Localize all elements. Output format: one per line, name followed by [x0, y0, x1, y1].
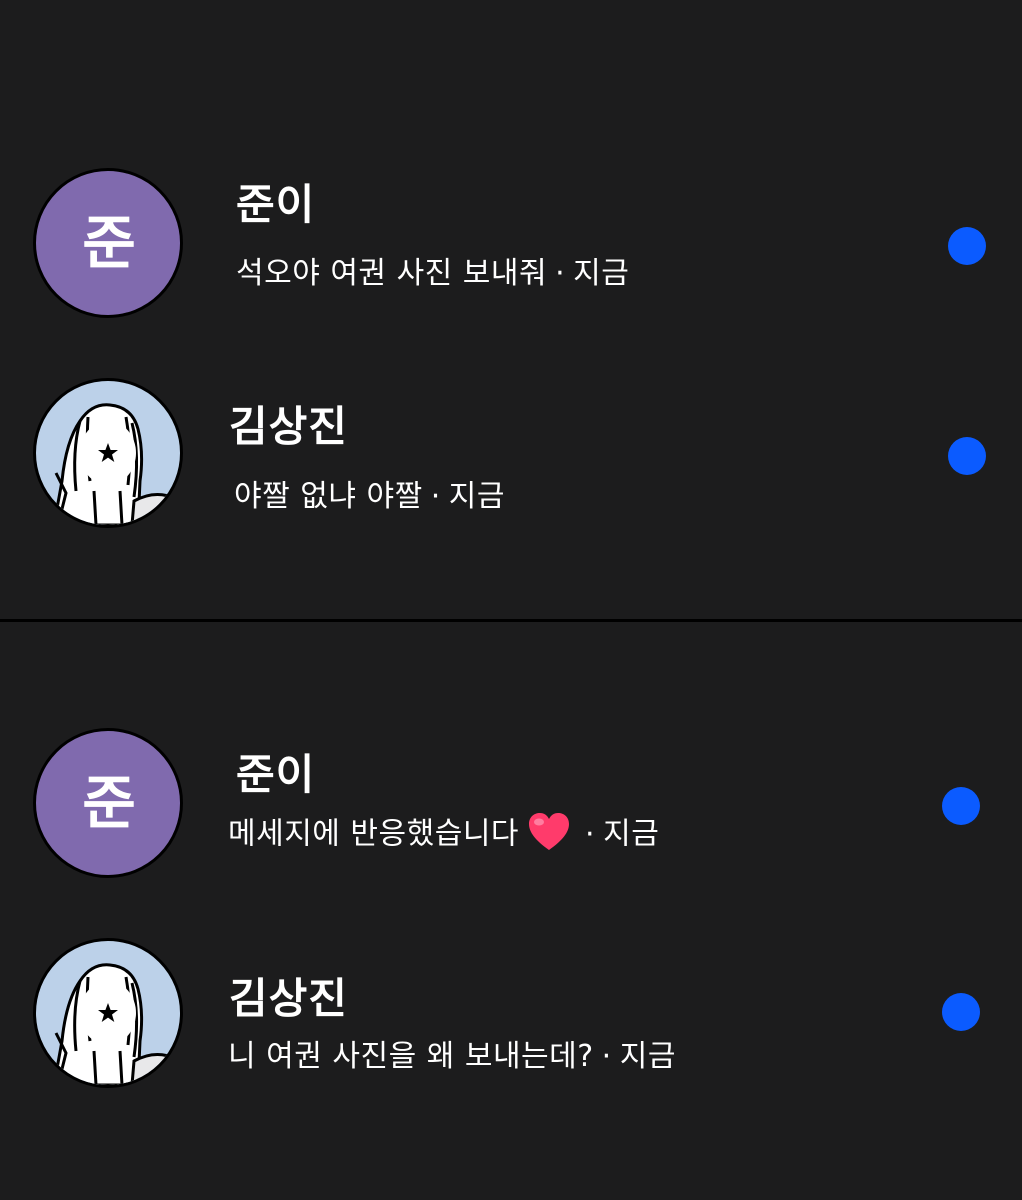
timestamp: 지금 — [603, 816, 660, 852]
avatar — [33, 378, 183, 528]
avatar-initial: 준 — [82, 209, 135, 277]
avatar: 준 — [33, 168, 183, 318]
unread-indicator — [948, 227, 986, 265]
message-preview: 니 여권 사진을 왜 보내는데? · 지금 — [228, 1042, 676, 1072]
panel-divider — [0, 619, 1022, 622]
unread-indicator — [942, 787, 980, 825]
avatar — [33, 938, 183, 1088]
message-preview: 메세지에 반응했습니다 · 지금 — [228, 813, 660, 852]
avatar-initial: 준 — [82, 769, 135, 837]
message-preview: 석오야 여권 사진 보내줘 · 지금 — [236, 259, 629, 289]
avatar: 준 — [33, 728, 183, 878]
separator-dot: · — [601, 1039, 612, 1074]
message-text: 석오야 여권 사진 보내줘 — [236, 256, 548, 291]
contact-name: 김상진 — [229, 974, 348, 1023]
contact-name: 김상진 — [229, 402, 348, 451]
separator-dot: · — [555, 256, 566, 291]
separator-dot: · — [430, 479, 441, 514]
timestamp: 지금 — [573, 256, 630, 291]
unread-indicator — [948, 437, 986, 475]
message-text: 메세지에 반응했습니다 — [228, 816, 520, 852]
thread-row[interactable]: 준 준이 메세지에 반응했습니다 · 지금 — [0, 728, 1022, 888]
red-heart-icon — [529, 813, 570, 850]
drawn-character-avatar-icon — [52, 963, 180, 1085]
drawn-character-avatar-icon — [52, 403, 180, 525]
message-text: 니 여권 사진을 왜 보내는데? — [228, 1039, 594, 1074]
contact-name: 준이 — [236, 180, 316, 229]
unread-indicator — [942, 993, 980, 1031]
message-text: 야짤 없냐 야짤 — [234, 479, 423, 514]
separator-dot: · — [585, 816, 596, 852]
timestamp: 지금 — [619, 1039, 676, 1074]
timestamp: 지금 — [448, 479, 505, 514]
message-preview: 야짤 없냐 야짤 · 지금 — [234, 482, 505, 512]
thread-row[interactable]: 김상진 니 여권 사진을 왜 보내는데? · 지금 — [0, 938, 1022, 1098]
thread-row[interactable]: 김상진 야짤 없냐 야짤 · 지금 — [0, 378, 1022, 538]
thread-row[interactable]: 준 준이 석오야 여권 사진 보내줘 · 지금 — [0, 168, 1022, 328]
contact-name: 준이 — [236, 750, 316, 799]
